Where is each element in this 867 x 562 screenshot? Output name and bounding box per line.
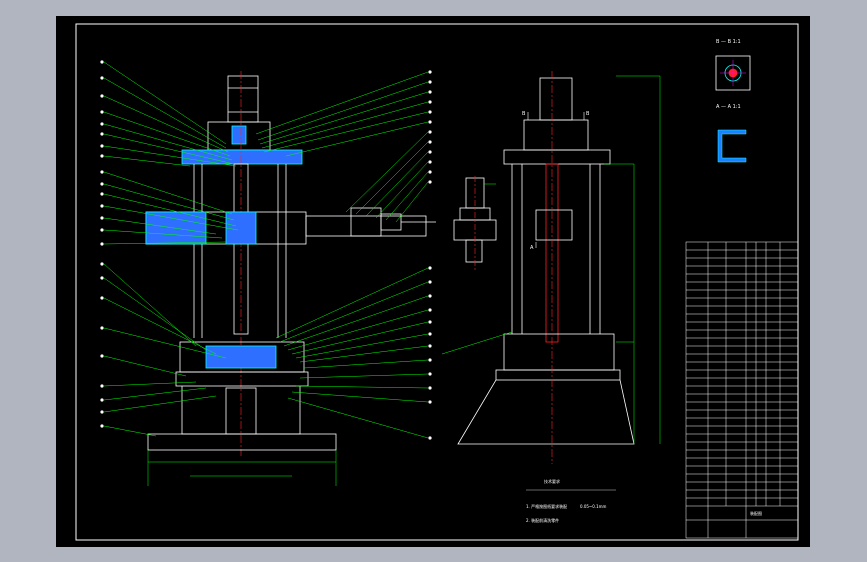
section-bb-detail xyxy=(715,55,751,91)
drawing-sheet: B B A B — B 1:1 A — A 1:1 技术要求 1. 严格按图纸要… xyxy=(56,16,810,547)
note-1-value: 0.05~0.1mm xyxy=(580,504,607,509)
side-view xyxy=(457,71,635,464)
section-aa-detail xyxy=(717,129,747,163)
leader-lines-left xyxy=(103,61,239,437)
leader-lines-right xyxy=(255,71,429,439)
note-2: 2. 装配前清洗零件 xyxy=(526,517,559,523)
section-a-label: A xyxy=(530,245,534,251)
section-bb-title: B — B 1:1 xyxy=(716,39,741,45)
part-number-balloons-right xyxy=(428,70,432,440)
note-1: 1. 严格按图纸要求装配 xyxy=(526,503,567,509)
notes-title: 技术要求 xyxy=(544,478,560,484)
section-aa-title: A — A 1:1 xyxy=(716,104,741,110)
cad-drawing: B B A B — B 1:1 A — A 1:1 技术要求 1. 严格按图纸要… xyxy=(75,23,799,541)
parts-list-table xyxy=(685,241,799,539)
title-block-name: 装配图 xyxy=(750,510,762,516)
side-view-section-arrows xyxy=(527,112,585,248)
part-number-balloons-left xyxy=(100,60,104,428)
front-view xyxy=(145,71,497,486)
section-b-left-label: B xyxy=(522,111,526,117)
section-b-right-label: B xyxy=(586,111,590,117)
